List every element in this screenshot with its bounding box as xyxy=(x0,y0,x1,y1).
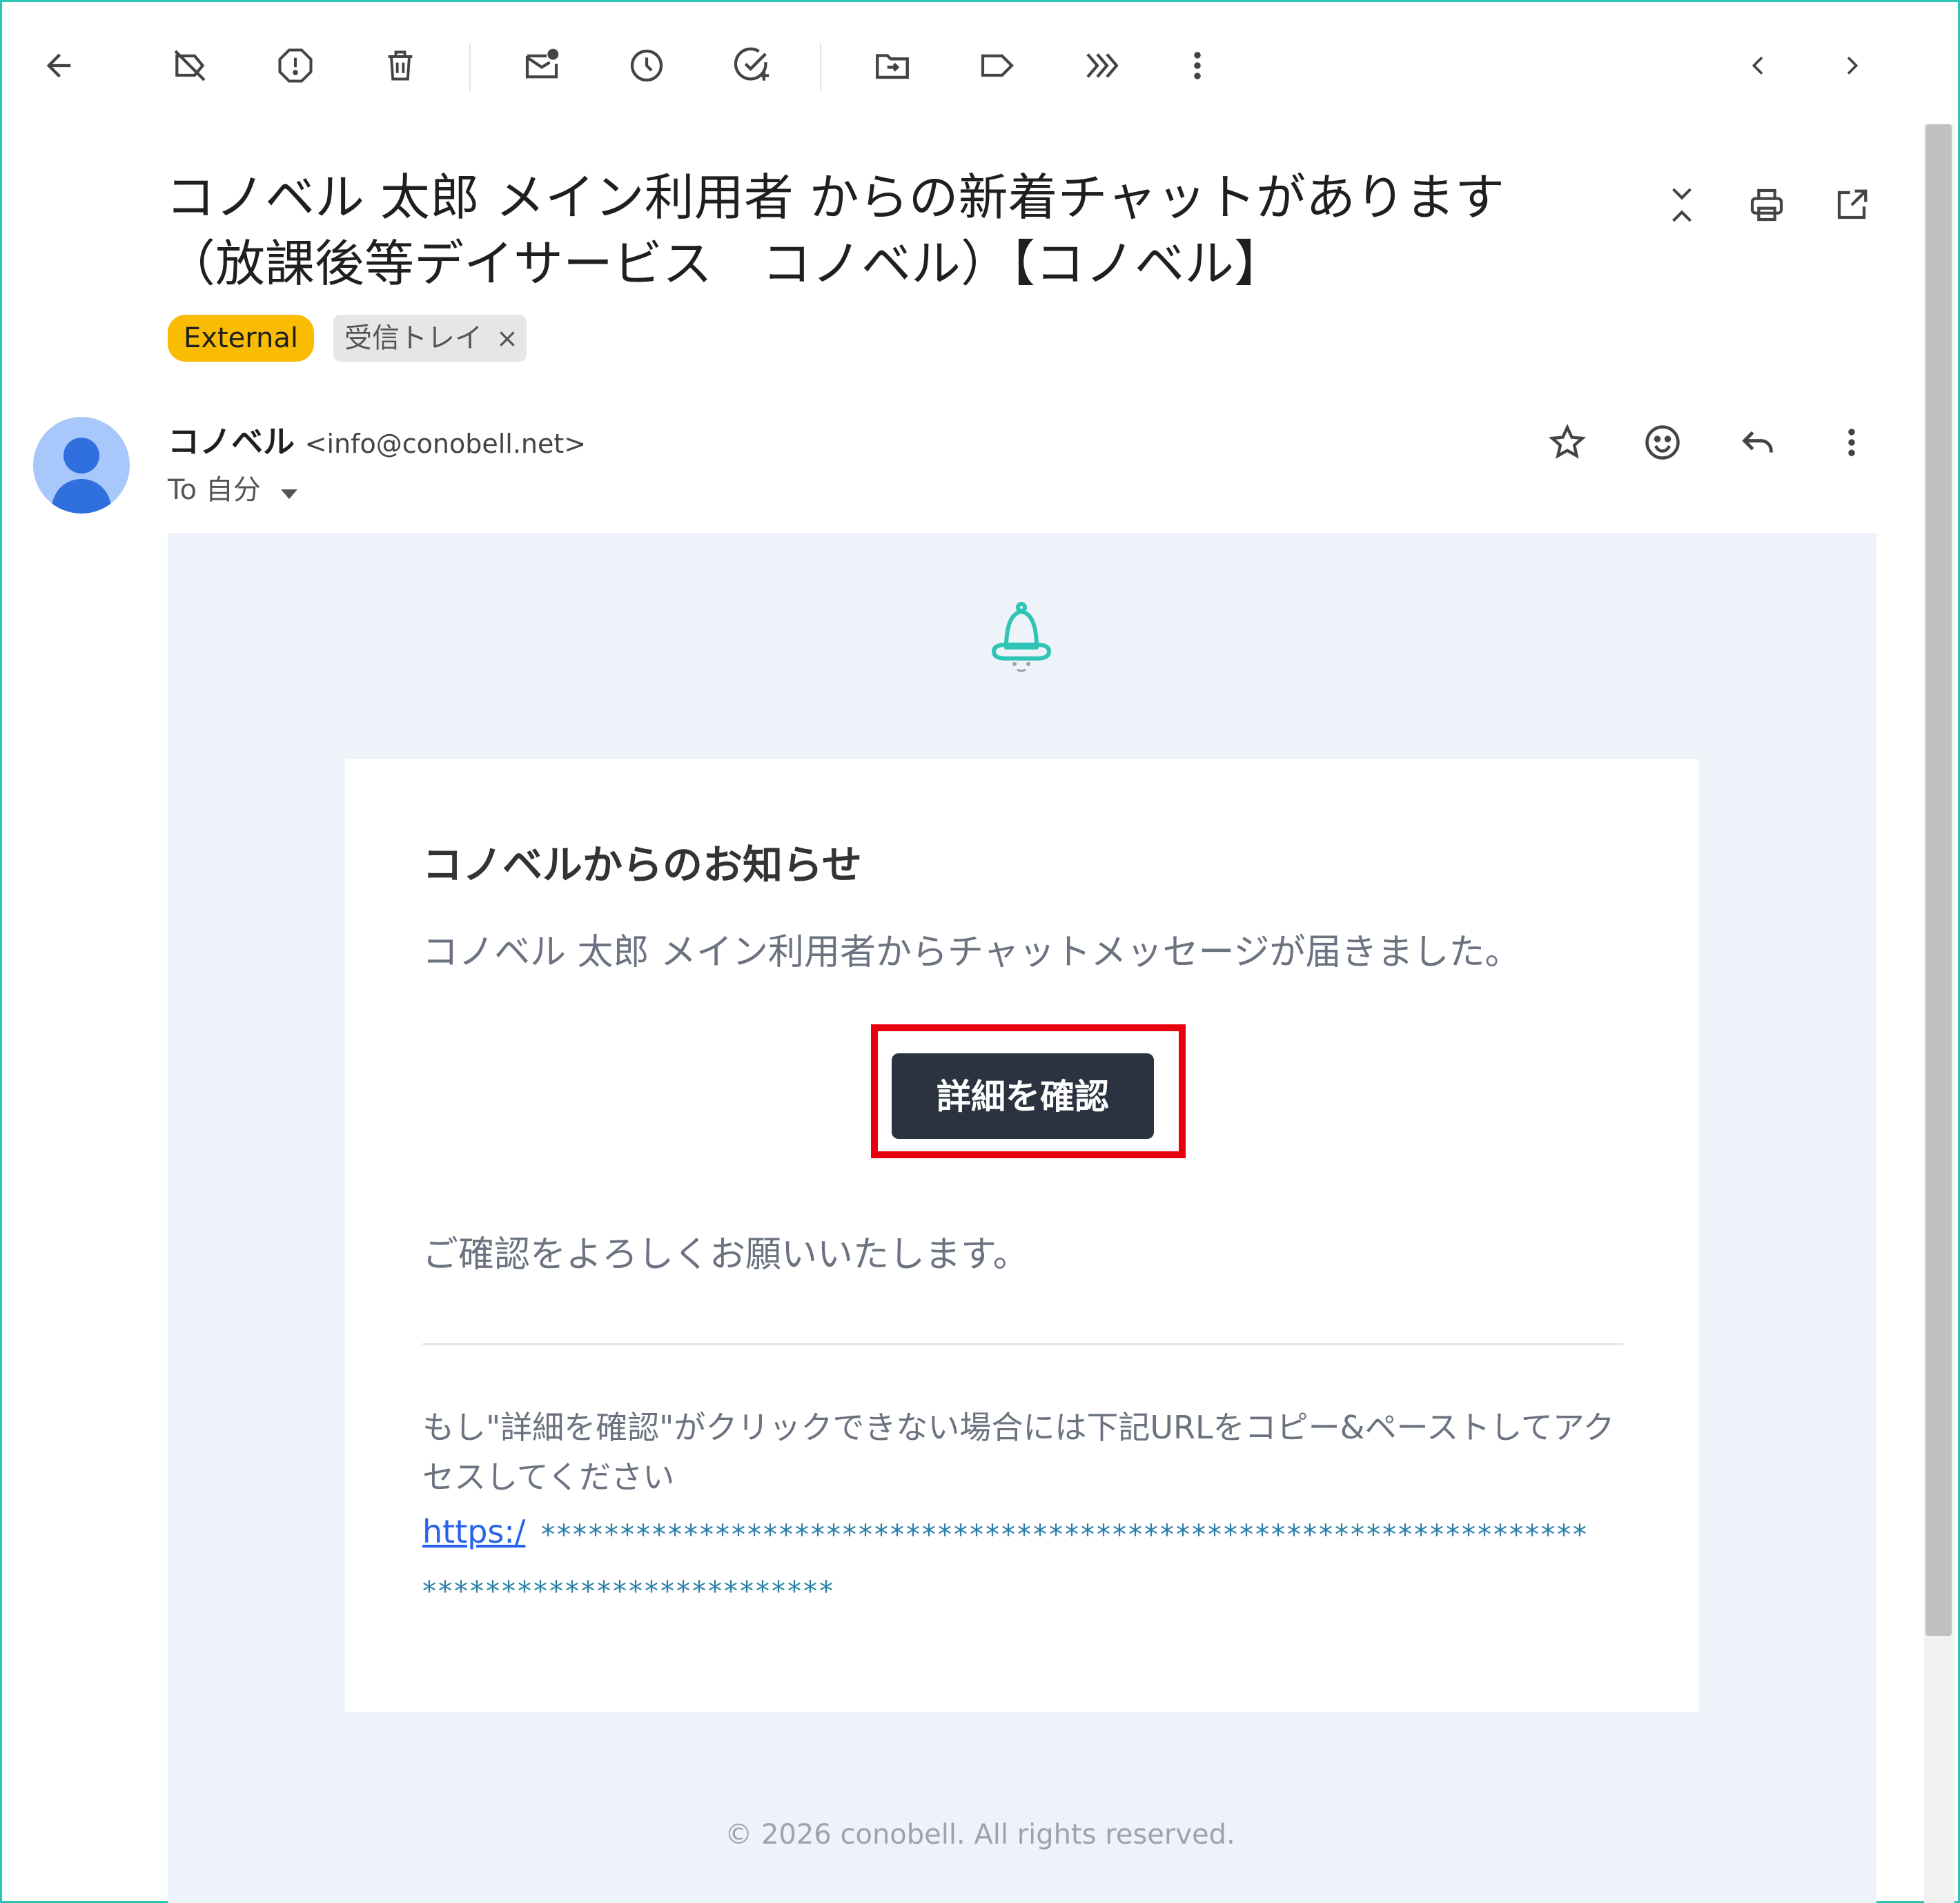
sender-email: <info@conobell.net> xyxy=(304,429,587,459)
older-icon[interactable] xyxy=(1827,41,1876,90)
remove-label-icon[interactable]: × xyxy=(496,315,518,362)
toolbar-divider xyxy=(469,43,471,91)
card-divider xyxy=(422,1343,1623,1345)
inbox-label-chip: 受信トレイ × xyxy=(333,315,527,362)
scrollbar-thumb[interactable] xyxy=(1925,124,1952,1636)
forward-multiple-icon[interactable] xyxy=(1078,41,1126,90)
report-spam-icon[interactable] xyxy=(271,41,320,90)
masked-url-line-1[interactable]: ****************************************… xyxy=(541,1512,1589,1559)
external-chip: External xyxy=(168,315,314,362)
open-in-new-window-icon[interactable] xyxy=(1827,181,1876,229)
copyright-footer: © 2026 conobell. All rights reserved. xyxy=(725,1819,1235,1851)
print-icon[interactable] xyxy=(1743,181,1791,229)
fallback-note: もし"詳細を確認"がクリックできない場合には下記URLをコピー&ペーストしてアク… xyxy=(422,1409,1615,1496)
details-url-link[interactable]: https:/ xyxy=(422,1508,525,1555)
sender-info: コノベル <info@conobell.net> xyxy=(168,420,586,466)
card-message: コノベル 太郎 メイン利用者からチャットメッセージが届きました。 xyxy=(422,932,1521,973)
view-details-button[interactable]: 詳細を確認 xyxy=(892,1053,1154,1139)
label-off-icon[interactable] xyxy=(166,41,214,90)
card-heading: コノベルからのお知らせ xyxy=(422,841,862,888)
subject-line-1: コノベル 太郎 メイン利用者 からの新着チャットがあります xyxy=(166,168,1505,226)
recipients-line[interactable]: To 自分 xyxy=(168,469,299,512)
add-task-icon[interactable] xyxy=(728,41,776,90)
mark-unread-icon[interactable] xyxy=(518,41,566,90)
inbox-label-text: 受信トレイ xyxy=(344,322,482,354)
move-to-icon[interactable] xyxy=(868,41,917,90)
subject-line-2: （放課後等デイサービス コノベル）【コノベル】 xyxy=(166,235,1284,293)
collapse-all-icon[interactable] xyxy=(1658,181,1706,229)
to-label: To 自分 xyxy=(168,474,261,506)
reply-icon[interactable] xyxy=(1734,418,1782,467)
conobell-bell-logo xyxy=(987,601,1056,676)
email-subject: コノベル 太郎 メイン利用者 からの新着チャットがあります （放課後等デイサービ… xyxy=(166,164,1587,297)
newer-icon[interactable] xyxy=(1734,41,1783,90)
star-icon[interactable] xyxy=(1543,418,1591,467)
chevron-down-icon[interactable] xyxy=(280,471,299,512)
masked-url-line-2[interactable]: ************************** xyxy=(422,1568,835,1615)
card-closing: ご確認をよろしくお願いいたします。 xyxy=(422,1234,1029,1276)
more-vert-icon[interactable] xyxy=(1173,41,1222,90)
avatar xyxy=(33,417,130,514)
toolbar-divider xyxy=(820,43,821,91)
delete-icon[interactable] xyxy=(376,41,424,90)
message-more-icon[interactable] xyxy=(1827,418,1876,467)
snooze-icon[interactable] xyxy=(623,41,671,90)
label-icon[interactable] xyxy=(973,41,1021,90)
back-arrow-icon[interactable] xyxy=(35,41,83,90)
emoji-reaction-icon[interactable] xyxy=(1638,418,1687,467)
sender-name[interactable]: コノベル xyxy=(168,423,295,460)
